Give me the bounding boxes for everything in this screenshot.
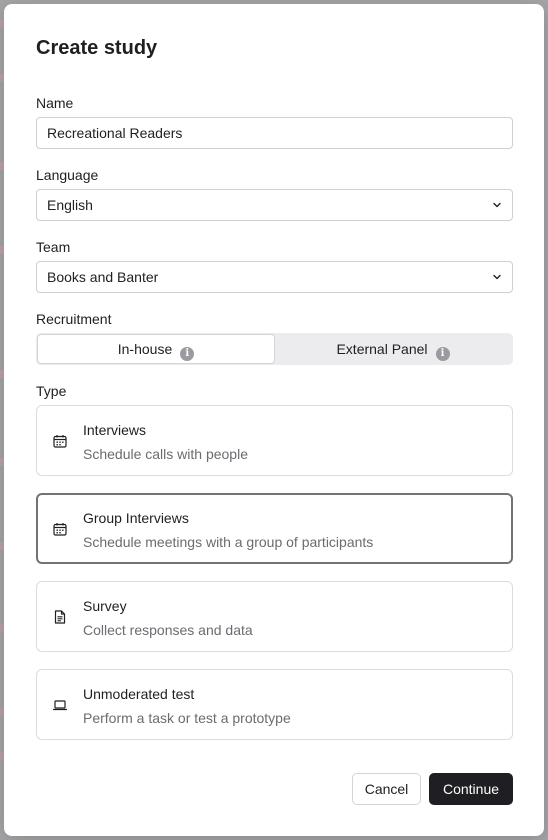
type-option-group-interviews[interactable]: Group Interviews Schedule meetings with … bbox=[36, 493, 513, 564]
name-input-value: Recreational Readers bbox=[47, 125, 183, 141]
recruitment-option-label: External Panel bbox=[336, 341, 428, 357]
document-icon bbox=[54, 610, 66, 624]
recruitment-label: Recruitment bbox=[36, 311, 112, 327]
type-option-description: Collect responses and data bbox=[83, 622, 253, 638]
laptop-icon bbox=[53, 700, 67, 711]
type-option-survey[interactable]: Survey Collect responses and data bbox=[36, 581, 513, 652]
name-input[interactable]: Recreational Readers bbox=[36, 117, 513, 149]
type-option-title: Unmoderated test bbox=[83, 686, 195, 702]
team-label: Team bbox=[36, 239, 71, 255]
chevron-down-icon bbox=[493, 202, 501, 208]
type-option-unmoderated-test[interactable]: Unmoderated test Perform a task or test … bbox=[36, 669, 513, 740]
name-label: Name bbox=[36, 95, 74, 111]
info-icon[interactable]: i bbox=[180, 347, 195, 361]
recruitment-option-in-house[interactable]: In-house i bbox=[37, 334, 275, 364]
type-option-description: Schedule meetings with a group of partic… bbox=[83, 534, 374, 550]
cancel-button[interactable]: Cancel bbox=[352, 773, 421, 805]
team-select-value: Books and Banter bbox=[47, 269, 159, 285]
recruitment-toggle: In-house i External Panel i bbox=[36, 333, 513, 365]
info-icon[interactable]: i bbox=[435, 347, 450, 361]
team-select[interactable]: Books and Banter bbox=[36, 261, 513, 293]
language-select-value: English bbox=[47, 197, 93, 213]
type-option-interviews[interactable]: Interviews Schedule calls with people bbox=[36, 405, 513, 476]
language-label: Language bbox=[36, 167, 99, 183]
modal-title: Create study bbox=[36, 37, 158, 59]
chevron-down-icon bbox=[493, 274, 501, 280]
type-option-title: Group Interviews bbox=[83, 510, 189, 526]
type-option-description: Schedule calls with people bbox=[83, 446, 248, 462]
type-label: Type bbox=[36, 383, 67, 399]
continue-button[interactable]: Continue bbox=[429, 773, 513, 805]
type-option-title: Survey bbox=[83, 598, 127, 614]
recruitment-option-external-panel[interactable]: External Panel i bbox=[274, 333, 512, 365]
calendar-icon bbox=[53, 435, 67, 448]
recruitment-option-label: In-house bbox=[117, 341, 173, 357]
create-study-modal: Create study Name Recreational Readers L… bbox=[4, 4, 544, 836]
calendar-icon bbox=[53, 523, 67, 536]
type-option-title: Interviews bbox=[83, 422, 147, 438]
language-select[interactable]: English bbox=[36, 189, 513, 221]
type-option-description: Perform a task or test a prototype bbox=[83, 710, 291, 726]
